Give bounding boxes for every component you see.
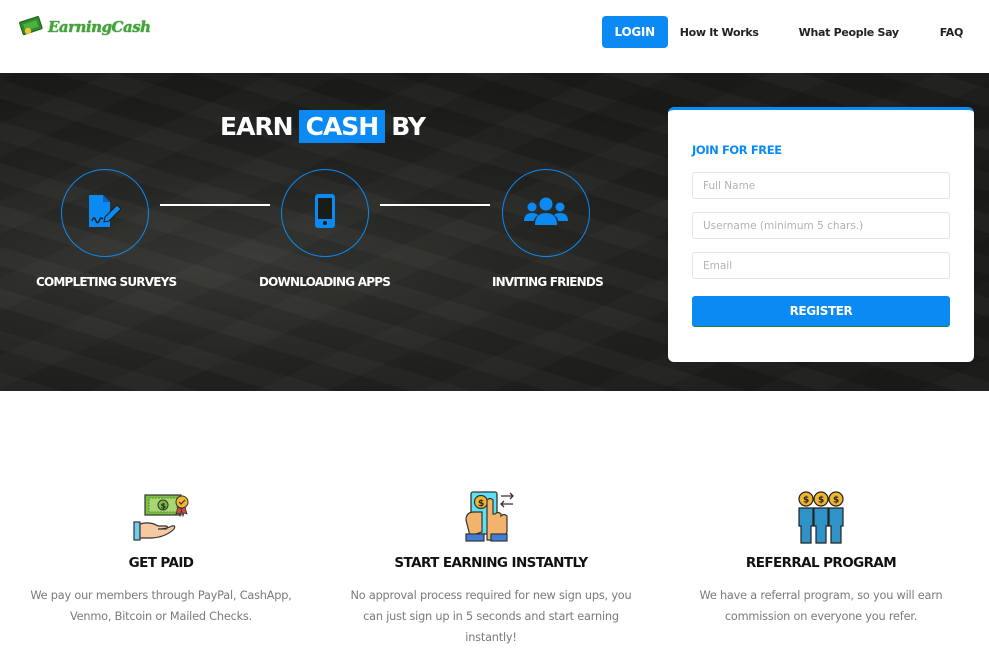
register-card-title: JOIN FOR FREE (692, 143, 782, 157)
phone-tap-money-icon: $ (326, 490, 656, 545)
step-connector (160, 204, 270, 206)
feature-description: No approval process required for new sig… (350, 589, 632, 644)
nav-faq[interactable]: FAQ (940, 26, 964, 39)
login-button[interactable]: LOGIN (601, 16, 668, 48)
feature-start-earning: $ START EARNING INSTANTLY No approval pr… (326, 490, 656, 648)
svg-text:$: $ (833, 496, 839, 506)
logo-text: EarningCash (48, 18, 151, 36)
step-label-friends: INVITING FRIENDS (492, 275, 604, 289)
feature-description: We pay our members through PayPal, CashA… (30, 589, 292, 623)
survey-sign-icon (85, 193, 125, 233)
hero-title: EARN CASH BY (220, 110, 426, 143)
feature-referral: $ $ $ REFERRAL PROGRAM We have a referra… (656, 490, 986, 627)
referral-people-icon: $ $ $ (656, 490, 986, 545)
step-apps-circle (281, 169, 369, 257)
nav-how-it-works[interactable]: How It Works (680, 26, 759, 39)
register-card: JOIN FOR FREE REGISTER (668, 107, 974, 362)
site-header: EarningCash LOGIN How It Works What Peop… (0, 0, 989, 73)
mobile-phone-icon (314, 193, 336, 233)
hero-title-highlight: CASH (298, 110, 386, 143)
svg-text:$: $ (478, 499, 484, 509)
hand-money-icon: $ (0, 490, 326, 545)
feature-get-paid: $ GET PAID We pay our members through Pa… (0, 490, 326, 627)
logo[interactable]: EarningCash (18, 16, 151, 38)
step-connector (380, 204, 490, 206)
users-group-icon (523, 196, 569, 230)
hero-title-prefix: EARN (220, 112, 294, 141)
svg-text:$: $ (803, 496, 809, 506)
step-label-apps: DOWNLOADING APPS (259, 275, 391, 289)
feature-description: We have a referral program, so you will … (699, 589, 943, 623)
register-button[interactable]: REGISTER (692, 296, 950, 327)
email-input[interactable] (692, 252, 950, 279)
main-nav: LOGIN How It Works What People Say FAQ (601, 16, 989, 48)
feature-title: START EARNING INSTANTLY (394, 555, 588, 571)
hero-title-suffix: BY (391, 112, 426, 141)
nav-what-people-say[interactable]: What People Say (799, 26, 899, 39)
step-surveys-circle (61, 169, 149, 257)
step-friends-circle (502, 169, 590, 257)
step-label-surveys: COMPLETING SURVEYS (36, 275, 177, 289)
feature-title: GET PAID (128, 555, 194, 571)
feature-title: REFERRAL PROGRAM (745, 555, 897, 571)
username-input[interactable] (692, 212, 950, 239)
svg-text:$: $ (161, 502, 167, 511)
money-logo-icon (18, 16, 44, 38)
svg-text:$: $ (818, 496, 824, 506)
full-name-input[interactable] (692, 172, 950, 199)
